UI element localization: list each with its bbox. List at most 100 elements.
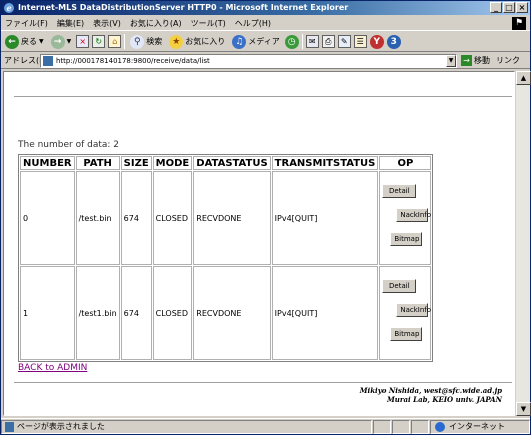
- address-dropdown-icon[interactable]: ▼: [446, 54, 456, 67]
- data-table: NUMBER PATH SIZE MODE DATASTATUS TRANSMI…: [18, 154, 434, 362]
- forward-button[interactable]: → ▼: [49, 33, 74, 50]
- print-icon[interactable]: ⎙: [321, 35, 335, 48]
- messenger-icon[interactable]: Y: [369, 34, 384, 49]
- nackinfo-button[interactable]: NackInfo: [396, 208, 431, 222]
- table-row: 0 /test.bin 674 CLOSED RECVDONE IPv4[QUI…: [20, 171, 432, 265]
- links-button[interactable]: リンク: [496, 55, 520, 66]
- top-divider: [14, 96, 512, 98]
- search-button-label: 検索: [146, 37, 163, 46]
- scroll-down-icon[interactable]: ▼: [516, 402, 531, 416]
- mail-icon[interactable]: ✉: [305, 35, 319, 48]
- status-cell: [411, 419, 429, 434]
- internet-explorer-icon: e: [4, 3, 14, 13]
- scroll-up-icon[interactable]: ▲: [516, 71, 531, 85]
- go-arrow-icon: →: [461, 55, 472, 66]
- bottom-divider: [14, 382, 512, 384]
- back-button-label: 戻る: [21, 37, 37, 46]
- favorites-button-label: お気に入り: [185, 37, 226, 46]
- cell-size: 674: [120, 171, 152, 265]
- toolbar: ← 戻る ▼ → ▼ × ↻ ⌂ ⚲ 検索 ★ お気に入り ♫ メディア ◷ ✉…: [1, 32, 530, 52]
- media-button[interactable]: ♫ メディア: [230, 33, 281, 50]
- bitmap-button[interactable]: Bitmap: [390, 327, 423, 341]
- search-button[interactable]: ⚲ 検索: [128, 33, 164, 50]
- forward-dropdown-icon[interactable]: ▼: [67, 38, 72, 45]
- address-bar: アドレス(D) http://000178140178:9800/receive…: [1, 53, 530, 69]
- discuss-icon[interactable]: ☰: [353, 35, 367, 48]
- menu-file[interactable]: ファイル(F): [5, 18, 48, 29]
- detail-button[interactable]: Detail: [382, 279, 417, 293]
- zone-label: インターネット: [449, 422, 505, 431]
- internet-zone-icon: [435, 421, 445, 432]
- col-path: PATH: [75, 156, 120, 170]
- status-cell: [392, 419, 410, 434]
- home-icon[interactable]: ⌂: [108, 35, 122, 48]
- col-mode: MODE: [152, 156, 193, 170]
- window-title: Internet-MLS DataDistributionServer HTTP…: [18, 3, 349, 12]
- research-icon[interactable]: 3: [386, 34, 401, 49]
- footer-credit: Mikiyo Nishida, west@sfc.wide.ad.jp Mura…: [360, 386, 502, 404]
- menu-view[interactable]: 表示(V): [93, 18, 121, 29]
- media-icon: ♫: [232, 34, 247, 49]
- forward-arrow-icon: →: [50, 34, 65, 49]
- stop-icon[interactable]: ×: [76, 35, 90, 48]
- status-bar: ページが表示されました インターネット: [1, 418, 530, 434]
- nackinfo-button[interactable]: NackInfo: [396, 303, 431, 317]
- edit-icon[interactable]: ✎: [337, 35, 351, 48]
- data-count: The number of data: 2: [18, 140, 120, 150]
- menu-favorites[interactable]: お気に入り(A): [130, 18, 182, 29]
- footer-author: Mikiyo Nishida, west@sfc.wide.ad.jp: [359, 386, 502, 395]
- go-button[interactable]: → 移動: [461, 55, 490, 66]
- col-op: OP: [379, 156, 432, 170]
- col-size: SIZE: [120, 156, 152, 170]
- menu-tools[interactable]: ツール(T): [191, 18, 226, 29]
- cell-number: 1: [20, 266, 75, 360]
- cell-transmitstatus: IPv4[QUIT]: [271, 171, 379, 265]
- window-controls: _ □ ×: [490, 2, 528, 13]
- cell-number: 0: [20, 171, 75, 265]
- refresh-icon[interactable]: ↻: [92, 35, 106, 48]
- history-icon[interactable]: ◷: [284, 34, 299, 49]
- menu-bar: ファイル(F) 編集(E) 表示(V) お気に入り(A) ツール(T) ヘルプ(…: [1, 16, 530, 31]
- footer-lab: Murai Lab, KEIO univ. JAPAN: [386, 395, 502, 404]
- bitmap-button[interactable]: Bitmap: [390, 232, 423, 246]
- menu-edit[interactable]: 編集(E): [57, 18, 84, 29]
- address-label: アドレス(D): [4, 56, 49, 65]
- security-zone: インターネット: [430, 419, 530, 434]
- status-text: ページが表示されました: [17, 422, 105, 431]
- back-to-admin-link[interactable]: BACK to ADMIN: [18, 363, 87, 373]
- address-input[interactable]: http://000178140178:9800/receive/data/li…: [40, 53, 457, 68]
- cell-transmitstatus: IPv4[QUIT]: [271, 266, 379, 360]
- back-dropdown-icon[interactable]: ▼: [39, 38, 44, 45]
- cell-path: /test.bin: [75, 171, 120, 265]
- col-datastatus: DATASTATUS: [193, 156, 271, 170]
- cell-mode: CLOSED: [152, 171, 193, 265]
- windows-logo-icon: ⚑: [512, 17, 526, 30]
- favorites-button[interactable]: ★ お気に入り: [167, 33, 227, 50]
- minimize-button[interactable]: _: [490, 2, 502, 13]
- close-button[interactable]: ×: [516, 2, 528, 13]
- cell-path: /test1.bin: [75, 266, 120, 360]
- browser-window: e Internet-MLS DataDistributionServer HT…: [0, 0, 531, 435]
- menu-help[interactable]: ヘルプ(H): [235, 18, 271, 29]
- col-transmitstatus: TRANSMITSTATUS: [271, 156, 379, 170]
- page-done-icon: [5, 421, 14, 432]
- status-cell: [373, 419, 391, 434]
- cell-op: Detail NackInfo Bitmap: [379, 266, 432, 360]
- favorites-star-icon: ★: [169, 34, 184, 49]
- page-content: The number of data: 2 NUMBER PATH SIZE M…: [3, 71, 515, 416]
- search-icon: ⚲: [130, 34, 145, 49]
- table-row: 1 /test1.bin 674 CLOSED RECVDONE IPv4[QU…: [20, 266, 432, 360]
- address-url: http://000178140178:9800/receive/data/li…: [56, 56, 210, 65]
- go-button-label: 移動: [474, 56, 490, 65]
- cell-datastatus: RECVDONE: [193, 266, 271, 360]
- back-button[interactable]: ← 戻る ▼: [3, 33, 46, 50]
- detail-button[interactable]: Detail: [382, 184, 417, 198]
- page-icon: [43, 55, 53, 66]
- vertical-scrollbar[interactable]: ▲ ▼: [515, 71, 531, 416]
- toolbar-separator: [301, 34, 303, 49]
- media-button-label: メディア: [248, 37, 280, 46]
- maximize-button[interactable]: □: [503, 2, 515, 13]
- cell-mode: CLOSED: [152, 266, 193, 360]
- cell-datastatus: RECVDONE: [193, 171, 271, 265]
- col-number: NUMBER: [20, 156, 75, 170]
